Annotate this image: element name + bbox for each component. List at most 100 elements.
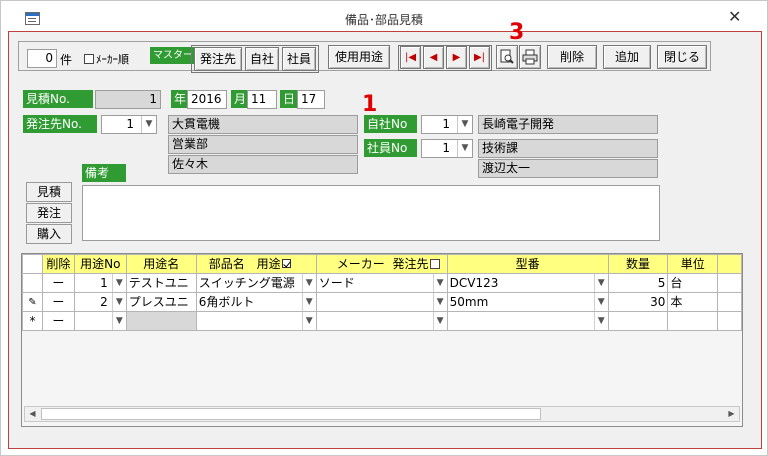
purchase-report-button[interactable]: 購入 <box>26 224 72 244</box>
chevron-down-icon[interactable]: ▼ <box>432 312 447 330</box>
unit-cell[interactable]: 本 <box>667 292 719 312</box>
employee-master-button[interactable]: 社員 <box>282 47 316 71</box>
year-field[interactable]: 2016 <box>187 90 227 109</box>
orderer-no-label: 発注先No. <box>23 115 97 133</box>
usage-filter-label: 用途 <box>256 256 281 271</box>
model-cell[interactable]: DCV123 ▼ <box>446 273 609 293</box>
part-name-cell[interactable]: 6角ボルト ▼ <box>195 292 317 312</box>
model-cell[interactable]: ▼ <box>446 311 609 331</box>
usage-no-cell[interactable]: 1 ▼ <box>73 273 127 293</box>
part-name-cell[interactable]: スイッチング電源 ▼ <box>195 273 317 293</box>
unit-cell[interactable]: 台 <box>667 273 719 293</box>
maker-cell[interactable]: ▼ <box>315 292 448 312</box>
scrollbar-thumb[interactable] <box>41 408 541 420</box>
chevron-down-icon[interactable]: ▼ <box>593 312 608 330</box>
quantity-cell[interactable] <box>607 311 669 331</box>
chevron-down-icon[interactable]: ▼ <box>593 274 608 292</box>
close-icon[interactable]: ✕ <box>728 7 741 26</box>
maker-order-label: ﾒｰｶｰ順 <box>96 53 129 66</box>
maker-cell[interactable]: ▼ <box>315 311 448 331</box>
own-company-master-button[interactable]: 自社 <box>245 47 279 71</box>
part-name-cell[interactable]: ▼ <box>195 311 317 331</box>
new-record-row[interactable]: * ー ▼ ▼ ▼ ▼ <box>22 311 742 331</box>
close-form-button[interactable]: 閉じる <box>657 45 707 69</box>
chevron-down-icon[interactable]: ▼ <box>141 116 156 133</box>
chevron-down-icon[interactable]: ▼ <box>457 116 472 133</box>
usage-no-cell[interactable]: 2 ▼ <box>73 292 127 312</box>
window-title: 備品･部品見積 <box>344 13 423 27</box>
orderer-no-combo[interactable]: 1 ▼ <box>101 115 157 134</box>
chevron-down-icon[interactable]: ▼ <box>432 274 447 292</box>
chevron-down-icon[interactable]: ▼ <box>301 312 316 330</box>
annotation-3: 3 <box>509 20 525 45</box>
scroll-left-icon[interactable]: ◀ <box>25 407 40 421</box>
orderer-name-field: 大貫電機 <box>168 115 358 134</box>
chevron-down-icon[interactable]: ▼ <box>593 293 608 311</box>
print-button[interactable] <box>519 45 541 69</box>
part-name-value: 6角ボルト <box>198 294 255 309</box>
chevron-down-icon[interactable]: ▼ <box>111 293 126 311</box>
delete-cell[interactable]: ー <box>41 311 75 331</box>
maker-cell[interactable]: ソード ▼ <box>315 273 448 293</box>
usage-name-cell: テストユニ <box>125 273 197 293</box>
prev-record-button[interactable]: ◀ <box>423 46 444 69</box>
print-preview-icon <box>500 49 514 64</box>
employee-no-label: 社員No <box>364 139 417 157</box>
orderer-no-value: 1 <box>126 117 134 131</box>
usage-master-button[interactable]: 使用用途 <box>328 45 390 69</box>
scroll-right-icon[interactable]: ▶ <box>724 407 739 421</box>
record-selector[interactable]: ✎ <box>22 292 43 312</box>
day-field[interactable]: 17 <box>297 90 325 109</box>
quantity-cell[interactable]: 5 <box>607 273 669 293</box>
next-record-button[interactable]: ▶ <box>446 46 467 69</box>
horizontal-scrollbar[interactable]: ◀ ▶ <box>24 406 740 422</box>
orderer-master-button[interactable]: 発注先 <box>194 47 242 71</box>
last-record-button[interactable]: ▶| <box>469 46 490 69</box>
chevron-down-icon[interactable]: ▼ <box>301 293 316 311</box>
model-value: DCV123 <box>449 275 499 290</box>
chevron-down-icon[interactable]: ▼ <box>432 293 447 311</box>
usage-filter-checkbox[interactable] <box>281 258 291 268</box>
usage-no-value: 1 <box>100 275 108 290</box>
add-button[interactable]: 追加 <box>603 45 651 69</box>
employee-no-value: 1 <box>442 141 450 155</box>
table-row[interactable]: ✎ ー 2 ▼ プレスユニ 6角ボルト ▼ ▼ 50mm ▼ 30 本 <box>22 292 742 312</box>
own-no-label: 自社No <box>364 115 417 133</box>
model-value: 50mm <box>449 294 489 309</box>
column-header-model: 型番 <box>446 254 609 274</box>
estimate-no-field: 1 <box>95 90 161 109</box>
chevron-down-icon[interactable]: ▼ <box>111 312 126 330</box>
column-header-usage-no: 用途No <box>73 254 127 274</box>
orderer-person-field: 佐々木 <box>168 155 358 174</box>
extra-cell <box>717 311 742 331</box>
orderer-filter-checkbox[interactable] <box>429 258 440 269</box>
chevron-down-icon[interactable]: ▼ <box>111 274 126 292</box>
maker-order-checkbox[interactable] <box>84 54 94 64</box>
usage-name-cell <box>125 311 197 331</box>
model-cell[interactable]: 50mm ▼ <box>446 292 609 312</box>
employee-dept-field: 技術課 <box>478 139 658 158</box>
unit-cell[interactable] <box>667 311 719 331</box>
remarks-field[interactable] <box>82 185 660 241</box>
column-header-maker: メーカー 発注先 <box>315 254 448 274</box>
chevron-down-icon[interactable]: ▼ <box>457 140 472 157</box>
first-record-button[interactable]: |◀ <box>400 46 421 69</box>
delete-button[interactable]: 削除 <box>547 45 597 69</box>
delete-cell[interactable]: ー <box>41 292 75 312</box>
pencil-icon: ✎ <box>28 297 37 308</box>
table-row[interactable]: ー 1 ▼ テストユニ スイッチング電源 ▼ ソード ▼ DCV123 ▼ 5 台 <box>22 273 742 293</box>
delete-cell[interactable]: ー <box>41 273 75 293</box>
print-preview-button[interactable] <box>496 45 518 69</box>
order-report-button[interactable]: 発注 <box>26 203 72 223</box>
printer-icon <box>522 49 538 65</box>
maker-order-toggle[interactable]: ﾒｰｶｰ順 <box>84 51 129 67</box>
usage-no-cell[interactable]: ▼ <box>73 311 127 331</box>
own-no-combo[interactable]: 1 ▼ <box>421 115 473 134</box>
items-table: 削除 用途No 用途名 部品名 用途 メーカー 発注先 型番 数量 単位 ー 1… <box>22 254 742 331</box>
month-field[interactable]: 11 <box>247 90 277 109</box>
chevron-down-icon[interactable]: ▼ <box>301 274 316 292</box>
record-selector[interactable] <box>22 273 43 293</box>
quantity-cell[interactable]: 30 <box>607 292 669 312</box>
estimate-report-button[interactable]: 見積 <box>26 182 72 202</box>
employee-no-combo[interactable]: 1 ▼ <box>421 139 473 158</box>
